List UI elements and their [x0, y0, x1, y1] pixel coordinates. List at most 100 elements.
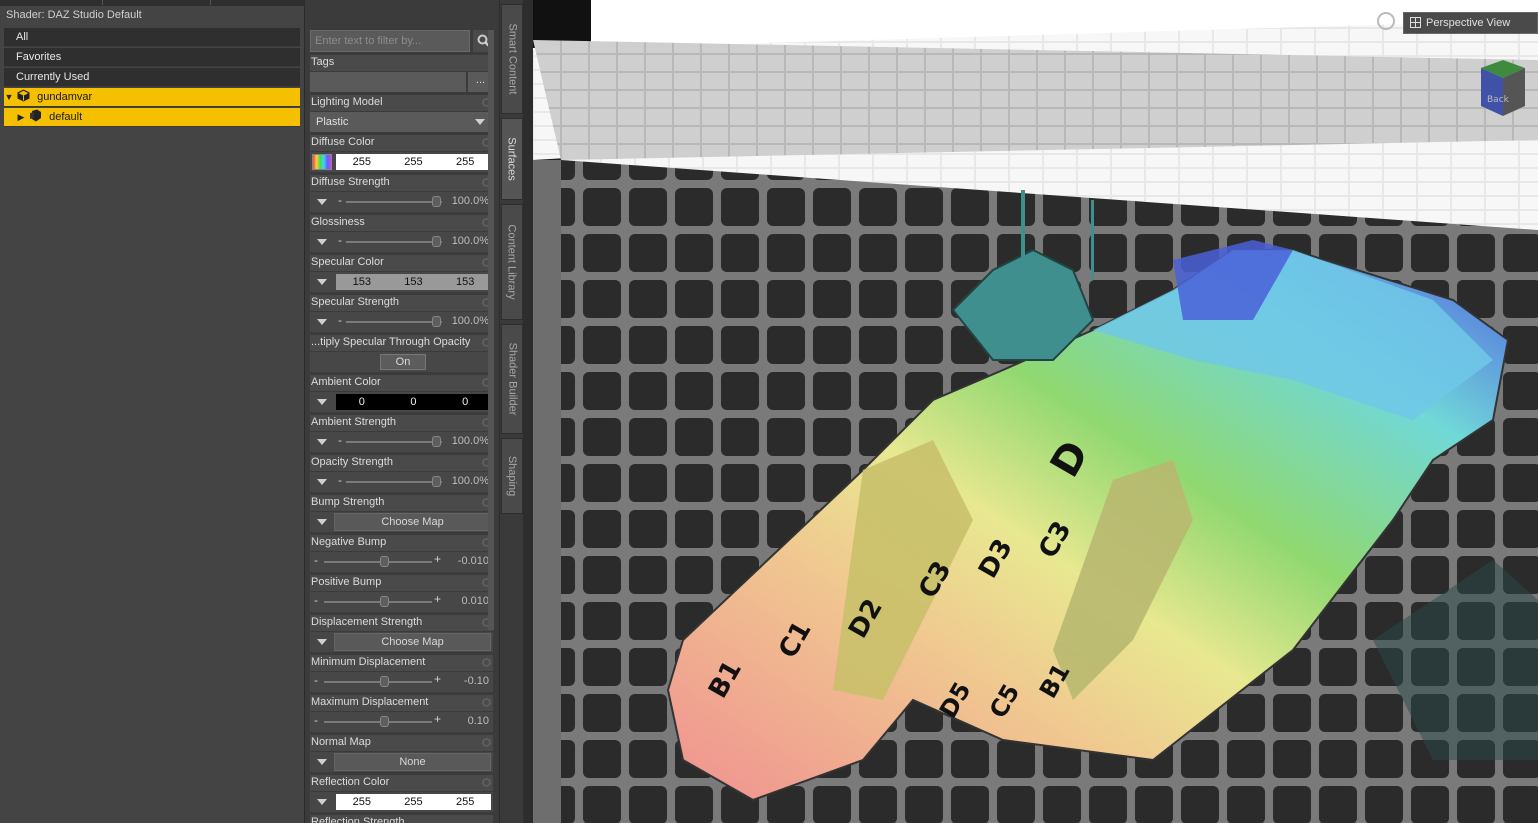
map-dropdown-button[interactable] — [310, 272, 334, 292]
plus-icon[interactable]: + — [434, 712, 441, 726]
chevron-down-icon — [475, 119, 485, 125]
slider-value[interactable]: 100.0% — [452, 195, 489, 207]
view-cube-icon[interactable]: Back — [1473, 58, 1533, 128]
lighting-model-select[interactable]: Plastic — [310, 112, 493, 132]
tree-item-all[interactable]: All — [4, 28, 300, 47]
slider-handle[interactable] — [432, 436, 441, 447]
slider-value[interactable]: 0.010 — [461, 595, 489, 607]
side-tab-strip: Smart Content Surfaces Content Library S… — [499, 0, 523, 823]
properties-scrollbar[interactable] — [488, 30, 494, 630]
tab-surfaces[interactable]: Surfaces — [501, 118, 523, 200]
slider-handle[interactable] — [380, 676, 389, 687]
filter-input[interactable]: Enter text to filter by... — [310, 30, 470, 52]
slider-handle[interactable] — [380, 596, 389, 607]
map-dropdown-button[interactable] — [310, 512, 334, 532]
map-dropdown-button[interactable] — [310, 312, 334, 332]
color-picker-icon[interactable] — [312, 154, 332, 170]
slider-track[interactable] — [346, 241, 442, 243]
select-value: Plastic — [316, 116, 349, 128]
slider-track[interactable] — [324, 721, 432, 723]
slider-value[interactable]: -0.010 — [458, 555, 489, 567]
normal-map-none-button[interactable]: None — [334, 753, 491, 771]
gear-icon[interactable] — [482, 698, 491, 707]
minus-icon[interactable]: - — [314, 553, 318, 567]
prop-label: Diffuse Strength — [310, 175, 493, 191]
slider-value[interactable]: 100.0% — [452, 315, 489, 327]
map-dropdown-button[interactable] — [310, 792, 334, 812]
minus-icon[interactable]: - — [338, 313, 342, 327]
slider-track[interactable] — [324, 601, 432, 603]
prop-lighting-model: Lighting Model Plastic — [310, 95, 493, 133]
minus-icon[interactable]: - — [338, 193, 342, 207]
minus-icon[interactable]: - — [338, 473, 342, 487]
slider-handle[interactable] — [432, 236, 441, 247]
minus-icon[interactable]: - — [338, 433, 342, 447]
map-dropdown-button[interactable] — [310, 192, 334, 212]
gear-icon[interactable] — [482, 658, 491, 667]
expand-down-icon[interactable]: ▼ — [4, 88, 14, 107]
3d-viewport[interactable]: B1 C1 D2 C3 D3 C3 D D5 C5 B1 Perspective… — [533, 0, 1538, 823]
map-dropdown-button[interactable] — [310, 232, 334, 252]
tab-shaping[interactable]: Shaping — [501, 438, 523, 514]
plus-icon[interactable]: + — [434, 552, 441, 566]
map-dropdown-button[interactable] — [310, 752, 334, 772]
map-dropdown-button[interactable] — [310, 432, 334, 452]
slider-handle[interactable] — [380, 556, 389, 567]
top-tab-strip — [0, 0, 305, 6]
color-value-field[interactable]: 153 153 153 — [336, 274, 491, 290]
slider-track[interactable] — [346, 441, 442, 443]
gear-icon[interactable] — [482, 778, 491, 787]
minus-icon[interactable]: - — [314, 673, 318, 687]
tags-input[interactable] — [310, 72, 466, 92]
color-value-field[interactable]: 255 255 255 — [336, 794, 491, 810]
prop-bump-strength: Bump Strength Choose Map — [310, 495, 493, 533]
slider-handle[interactable] — [432, 476, 441, 487]
slider-handle[interactable] — [432, 316, 441, 327]
slider-track[interactable] — [324, 681, 432, 683]
minus-icon[interactable]: - — [338, 233, 342, 247]
minus-icon[interactable]: - — [314, 593, 318, 607]
prop-label: Bump Strength — [310, 495, 493, 511]
tab-content-library[interactable]: Content Library — [501, 204, 523, 320]
color-value-field[interactable]: 255 255 255 — [336, 154, 491, 170]
gear-icon[interactable] — [482, 738, 491, 747]
slider-value[interactable]: 100.0% — [452, 435, 489, 447]
slider-value[interactable]: -0.10 — [464, 675, 489, 687]
tree-item-gundamvar[interactable]: ▼ gundamvar — [4, 88, 300, 107]
minus-icon[interactable]: - — [314, 713, 318, 727]
prop-reflection-strength: Reflection Strength — [310, 815, 493, 823]
green-value: 255 — [404, 796, 423, 808]
tab-smart-content[interactable]: Smart Content — [501, 4, 523, 114]
slider-track[interactable] — [346, 201, 442, 203]
map-dropdown-button[interactable] — [310, 472, 334, 492]
plus-icon[interactable]: + — [434, 592, 441, 606]
lighting-toggle-icon[interactable] — [1377, 12, 1395, 30]
prop-maximum-displacement: Maximum Displacement - + 0.10 — [310, 695, 493, 733]
panel-splitter[interactable] — [523, 0, 533, 823]
tree-item-currently-used[interactable]: Currently Used — [4, 68, 300, 87]
slider-track[interactable] — [346, 321, 442, 323]
tree-item-favorites[interactable]: Favorites — [4, 48, 300, 67]
tree-item-default[interactable]: ▶ default — [4, 108, 300, 127]
prop-label: Opacity Strength — [310, 455, 493, 471]
surface-properties-panel: Enter text to filter by... Tags ... Ligh… — [305, 0, 498, 823]
map-dropdown-button[interactable] — [310, 632, 334, 652]
prop-label: Displacement Strength — [310, 615, 493, 631]
slider-handle[interactable] — [432, 196, 441, 207]
on-toggle-button[interactable]: On — [380, 354, 426, 370]
slider-value[interactable]: 0.10 — [468, 715, 489, 727]
expand-right-icon[interactable]: ▶ — [16, 108, 26, 127]
slider-track[interactable] — [324, 561, 432, 563]
view-select-button[interactable]: Perspective View — [1403, 12, 1538, 34]
map-dropdown-button[interactable] — [310, 392, 334, 412]
color-value-field[interactable]: 0 0 0 — [336, 394, 491, 410]
tab-shader-builder[interactable]: Shader Builder — [501, 324, 523, 434]
plus-icon[interactable]: + — [434, 672, 441, 686]
prop-normal-map: Normal Map None — [310, 735, 493, 773]
choose-map-button[interactable]: Choose Map — [334, 633, 491, 651]
slider-value[interactable]: 100.0% — [452, 235, 489, 247]
slider-track[interactable] — [346, 481, 442, 483]
slider-handle[interactable] — [380, 716, 389, 727]
choose-map-button[interactable]: Choose Map — [334, 513, 491, 531]
slider-value[interactable]: 100.0% — [452, 475, 489, 487]
